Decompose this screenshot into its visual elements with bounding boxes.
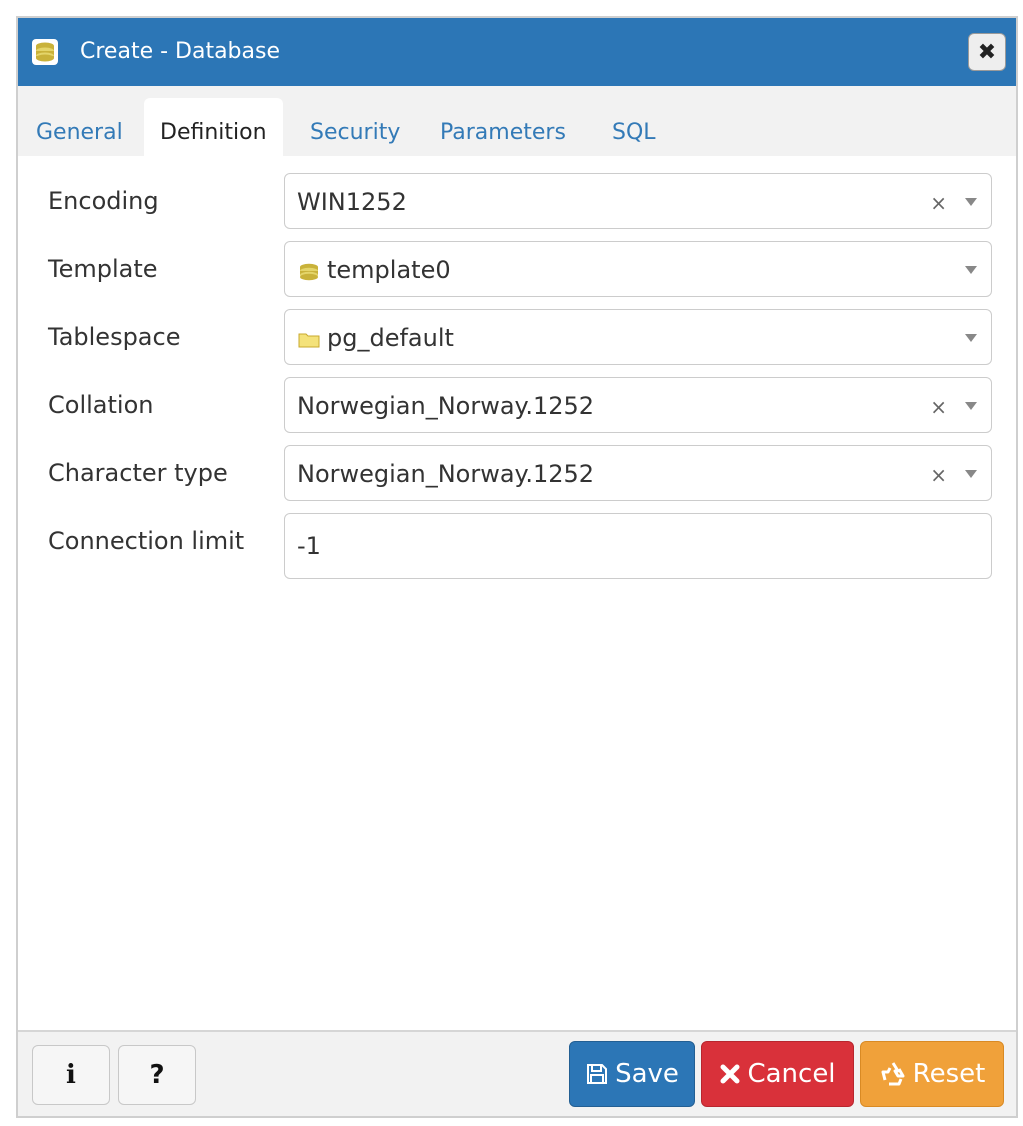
reset-label: Reset [912,1059,986,1089]
dialog-title: Create - Database [80,39,280,64]
tab-sql[interactable]: SQL [596,98,672,156]
character-type-label: Character type [48,459,228,487]
info-button[interactable]: i [32,1045,110,1105]
dialog-footer: i ? Save Cancel Reset [18,1030,1016,1116]
connection-limit-input[interactable] [284,513,992,579]
collation-select[interactable]: Norwegian_Norway.1252 × [284,377,992,433]
character-type-clear-icon[interactable]: × [930,446,947,502]
save-label: Save [615,1059,679,1089]
chevron-down-icon[interactable] [965,402,977,410]
create-database-dialog: Create - Database ✖ General Definition S… [16,16,1018,1118]
encoding-clear-icon[interactable]: × [930,174,947,230]
dialog-titlebar[interactable]: Create - Database ✖ [18,18,1016,86]
encoding-select[interactable]: WIN1252 × [284,173,992,229]
reset-button[interactable]: Reset [860,1041,1004,1107]
template-value-wrap: template0 [297,242,451,298]
connection-limit-label: Connection limit [48,527,245,555]
tablespace-row: Tablespace pg_default [18,309,1016,365]
tablespace-label: Tablespace [48,323,181,351]
tab-security[interactable]: Security [294,98,416,156]
template-row: Template template0 [18,241,1016,297]
connection-limit-row: Connection limit [18,513,1016,579]
collation-value: Norwegian_Norway.1252 [297,392,595,420]
template-value: template0 [327,256,451,284]
encoding-label: Encoding [48,187,159,215]
recycle-icon [881,1062,905,1086]
chevron-down-icon[interactable] [965,266,977,274]
tablespace-value: pg_default [327,324,454,352]
help-icon: ? [149,1060,165,1090]
collation-row: Collation Norwegian_Norway.1252 × [18,377,1016,433]
close-button[interactable]: ✖ [968,33,1006,71]
database-icon [300,263,318,281]
cancel-label: Cancel [747,1059,836,1089]
chevron-down-icon[interactable] [965,334,977,342]
save-button[interactable]: Save [569,1041,695,1107]
collation-label: Collation [48,391,154,419]
tablespace-select[interactable]: pg_default [284,309,992,365]
chevron-down-icon[interactable] [965,470,977,478]
encoding-row: Encoding WIN1252 × [18,173,1016,229]
help-button[interactable]: ? [118,1045,196,1105]
close-icon [720,1064,740,1084]
tablespace-value-wrap: pg_default [297,310,454,366]
template-label: Template [48,255,158,283]
chevron-down-icon[interactable] [965,198,977,206]
floppy-disk-icon [587,1064,608,1084]
close-icon: ✖ [977,39,997,65]
tab-general[interactable]: General [20,98,139,156]
tab-parameters[interactable]: Parameters [424,98,582,156]
info-icon: i [66,1060,76,1090]
character-type-select[interactable]: Norwegian_Norway.1252 × [284,445,992,501]
template-select[interactable]: template0 [284,241,992,297]
character-type-value: Norwegian_Norway.1252 [297,460,595,488]
collation-clear-icon[interactable]: × [930,378,947,434]
folder-icon [298,333,320,348]
tab-bar: General Definition Security Parameters S… [18,86,1016,156]
character-type-row: Character type Norwegian_Norway.1252 × [18,445,1016,501]
database-icon [32,39,58,65]
tab-definition[interactable]: Definition [144,98,283,156]
encoding-value: WIN1252 [297,188,407,216]
cancel-button[interactable]: Cancel [701,1041,854,1107]
